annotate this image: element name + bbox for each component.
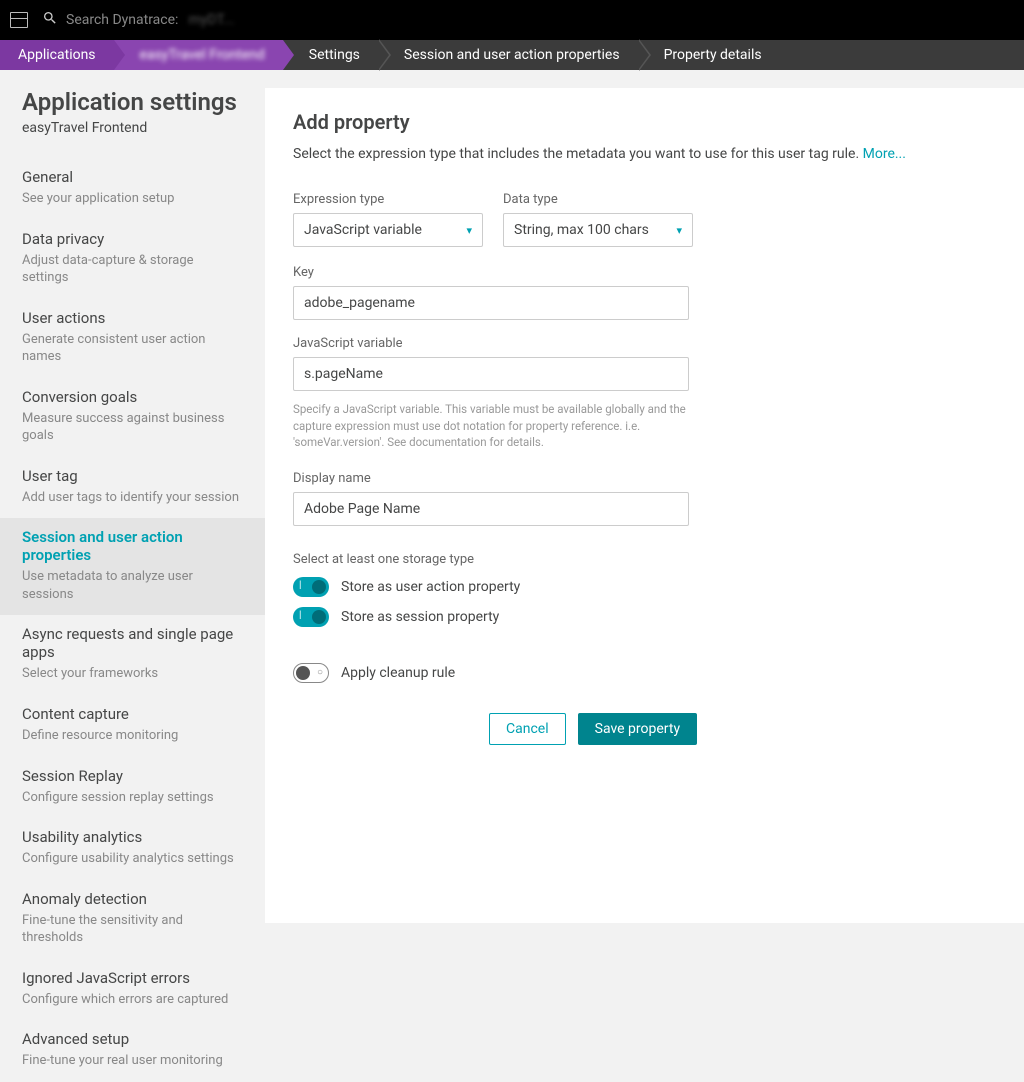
jsvar-input[interactable] (304, 366, 678, 382)
search-placeholder: Search Dynatrace: (66, 12, 178, 28)
sidebar-item-user-actions[interactable]: User actions Generate consistent user act… (0, 299, 265, 378)
sidebar-item-conversion-goals[interactable]: Conversion goals Measure success against … (0, 378, 265, 457)
storage-section-label: Select at least one storage type (293, 552, 996, 567)
save-label: Save property (595, 721, 680, 737)
main-panel: Add property Select the expression type … (265, 88, 1024, 923)
sidebar-item-general[interactable]: General See your application setup (0, 158, 265, 220)
nav-title: Session Replay (22, 767, 243, 785)
toggle-cleanup-label: Apply cleanup rule (341, 665, 455, 681)
form-lead-text: Select the expression type that includes… (293, 146, 863, 162)
display-input-wrap (293, 492, 689, 526)
sidebar-subtitle: easyTravel Frontend (0, 120, 265, 158)
key-label: Key (293, 265, 996, 280)
sidebar-item-user-tag[interactable]: User tag Add user tags to identify your s… (0, 457, 265, 519)
nav-desc: Generate consistent user action names (22, 331, 243, 366)
breadcrumb: Applications easyTravel Frontend Setting… (0, 40, 1024, 70)
nav-desc: Measure success against business goals (22, 410, 243, 445)
key-input[interactable] (304, 295, 678, 311)
nav-title: Session and user action properties (22, 528, 243, 564)
breadcrumb-label: Applications (18, 47, 96, 63)
breadcrumb-applications[interactable]: Applications (0, 40, 114, 70)
expression-type-value: JavaScript variable (304, 222, 422, 238)
form-heading: Add property (293, 110, 996, 134)
sidebar-item-anomaly-detection[interactable]: Anomaly detection Fine-tune the sensitivi… (0, 880, 265, 959)
search-icon (42, 10, 58, 30)
global-search[interactable]: Search Dynatrace: myDT... (42, 10, 234, 30)
sidebar-item-async-requests-and-single-page-apps[interactable]: Async requests and single page apps Selec… (0, 615, 265, 695)
cancel-button[interactable]: Cancel (489, 713, 566, 745)
nav-title: Advanced setup (22, 1030, 243, 1048)
breadcrumb-label: Settings (309, 47, 360, 63)
search-context: myDT... (188, 12, 234, 28)
nav-title: Conversion goals (22, 388, 243, 406)
breadcrumb-label: Property details (664, 47, 762, 63)
toggle-on-indicator: | (299, 610, 301, 621)
nav-title: Usability analytics (22, 828, 243, 846)
nav-title: User tag (22, 467, 243, 485)
breadcrumb-app-name[interactable]: easyTravel Frontend (114, 40, 283, 70)
display-label: Display name (293, 471, 996, 486)
toggle-off-indicator: ○ (317, 667, 323, 678)
nav-desc: Adjust data-capture & storage settings (22, 252, 243, 287)
nav-desc: Define resource monitoring (22, 727, 243, 745)
breadcrumb-session-props[interactable]: Session and user action properties (378, 40, 638, 70)
nav-title: Data privacy (22, 230, 243, 248)
more-link[interactable]: More... (863, 146, 906, 162)
nav-desc: Add user tags to identify your session (22, 489, 243, 507)
sidebar-title: Application settings (0, 88, 265, 120)
sidebar-item-usability-analytics[interactable]: Usability analytics Configure usability a… (0, 818, 265, 880)
app-menu-icon[interactable] (10, 12, 28, 28)
breadcrumb-label: easyTravel Frontend (140, 47, 265, 63)
key-input-wrap (293, 286, 689, 320)
sidebar-item-session-replay[interactable]: Session Replay Configure session replay s… (0, 757, 265, 819)
data-type-label: Data type (503, 192, 693, 207)
toggle-cleanup-rule[interactable]: ○ (293, 663, 329, 683)
toggle-user-action-label: Store as user action property (341, 579, 520, 595)
nav-title: General (22, 168, 243, 186)
sidebar-item-advanced-setup[interactable]: Advanced setup Fine-tune your real user m… (0, 1020, 265, 1082)
nav-title: Ignored JavaScript errors (22, 969, 243, 987)
nav-title: Async requests and single page apps (22, 625, 243, 661)
topbar: Search Dynatrace: myDT... (0, 0, 1024, 40)
toggle-user-action-property[interactable]: | (293, 577, 329, 597)
nav-desc: Configure session replay settings (22, 789, 243, 807)
nav-desc: Fine-tune the sensitivity and thresholds (22, 912, 243, 947)
chevron-down-icon: ▾ (466, 224, 472, 237)
breadcrumb-settings[interactable]: Settings (283, 40, 378, 70)
data-type-select[interactable]: String, max 100 chars ▾ (503, 213, 693, 247)
expression-type-label: Expression type (293, 192, 483, 207)
sidebar-item-session-and-user-action-properties[interactable]: Session and user action properties Use me… (0, 518, 265, 615)
nav-desc: Fine-tune your real user monitoring (22, 1052, 243, 1070)
jsvar-label: JavaScript variable (293, 336, 996, 351)
breadcrumb-property-details[interactable]: Property details (638, 40, 780, 70)
sidebar-item-ignored-javascript-errors[interactable]: Ignored JavaScript errors Configure which… (0, 959, 265, 1021)
nav-desc: See your application setup (22, 190, 243, 208)
nav-desc: Configure which errors are captured (22, 991, 243, 1009)
chevron-down-icon: ▾ (676, 224, 682, 237)
data-type-value: String, max 100 chars (514, 222, 649, 238)
jsvar-help: Specify a JavaScript variable. This vari… (293, 401, 693, 451)
display-input[interactable] (304, 501, 678, 517)
expression-type-select[interactable]: JavaScript variable ▾ (293, 213, 483, 247)
form-lead: Select the expression type that includes… (293, 146, 996, 162)
nav-desc: Use metadata to analyze user sessions (22, 568, 243, 603)
toggle-session-property[interactable]: | (293, 607, 329, 627)
jsvar-input-wrap (293, 357, 689, 391)
cancel-label: Cancel (506, 721, 549, 737)
sidebar: Application settings easyTravel Frontend… (0, 70, 265, 923)
nav-title: Anomaly detection (22, 890, 243, 908)
nav-title: User actions (22, 309, 243, 327)
sidebar-item-content-capture[interactable]: Content capture Define resource monitorin… (0, 695, 265, 757)
save-property-button[interactable]: Save property (578, 713, 697, 745)
sidebar-item-data-privacy[interactable]: Data privacy Adjust data-capture & storag… (0, 220, 265, 299)
toggle-on-indicator: | (299, 580, 301, 591)
nav-desc: Configure usability analytics settings (22, 850, 243, 868)
breadcrumb-label: Session and user action properties (404, 47, 620, 63)
nav-title: Content capture (22, 705, 243, 723)
toggle-session-label: Store as session property (341, 609, 499, 625)
nav-desc: Select your frameworks (22, 665, 243, 683)
